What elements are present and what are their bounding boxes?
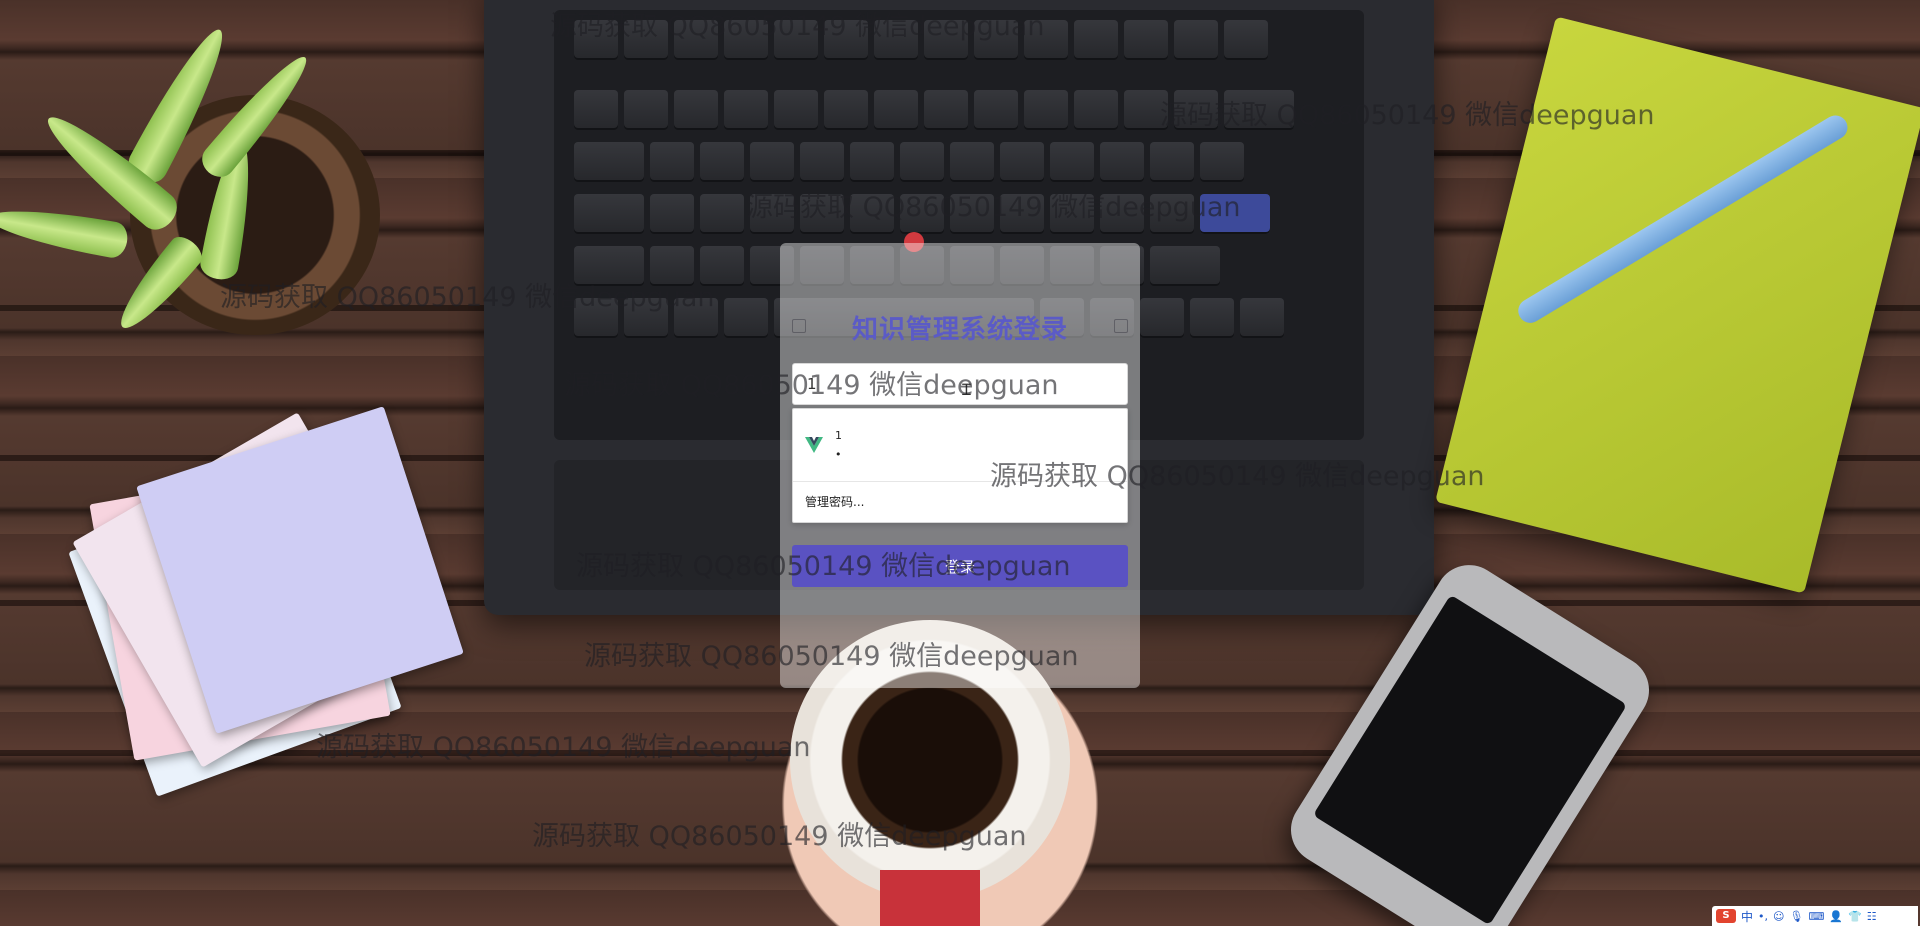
key-row: [574, 194, 1270, 234]
autofill-credentials: 1 •: [835, 429, 843, 461]
vue-logo-icon: [805, 437, 823, 453]
username-input[interactable]: [792, 363, 1128, 405]
autofill-password-mask: •: [835, 448, 843, 461]
ime-emoji-icon[interactable]: ☺: [1773, 910, 1784, 923]
login-title: 知识管理系统登录: [851, 315, 1068, 345]
autofill-username: 1: [835, 429, 842, 442]
autofill-suggestion[interactable]: 1 •: [793, 409, 1127, 482]
key-row: [574, 20, 1268, 60]
ime-menu-icon[interactable]: ☷: [1867, 910, 1877, 923]
ime-keyboard-icon[interactable]: ⌨: [1808, 910, 1824, 923]
sogou-ime-logo-icon[interactable]: S: [1716, 909, 1736, 923]
ime-language-toggle[interactable]: 中: [1741, 908, 1753, 925]
phone-screen: [1312, 594, 1628, 926]
coffee-cup-base: [880, 870, 980, 926]
ime-toolbar[interactable]: S 中 •, ☺ 🎙 ⌨ 👤 👕 ☷: [1712, 906, 1918, 926]
key-row: [574, 90, 1294, 130]
ime-user-icon[interactable]: 👤: [1829, 910, 1843, 923]
key-row: [574, 142, 1244, 182]
plant-leaf: [0, 200, 131, 260]
autofill-dropdown: 1 • 管理密码...: [792, 408, 1128, 523]
login-card: 知识管理系统登录 1 • 管理密码... 登录: [780, 243, 1140, 688]
manage-passwords-link[interactable]: 管理密码...: [793, 482, 1127, 522]
login-button[interactable]: 登录: [792, 545, 1128, 587]
notebook: [1435, 16, 1920, 594]
text-cursor-icon: Ɪ: [962, 380, 971, 399]
ime-punctuation-icon[interactable]: •,: [1758, 910, 1768, 923]
ime-skin-icon[interactable]: 👕: [1848, 910, 1862, 923]
ime-voice-icon[interactable]: 🎙: [1789, 910, 1803, 923]
